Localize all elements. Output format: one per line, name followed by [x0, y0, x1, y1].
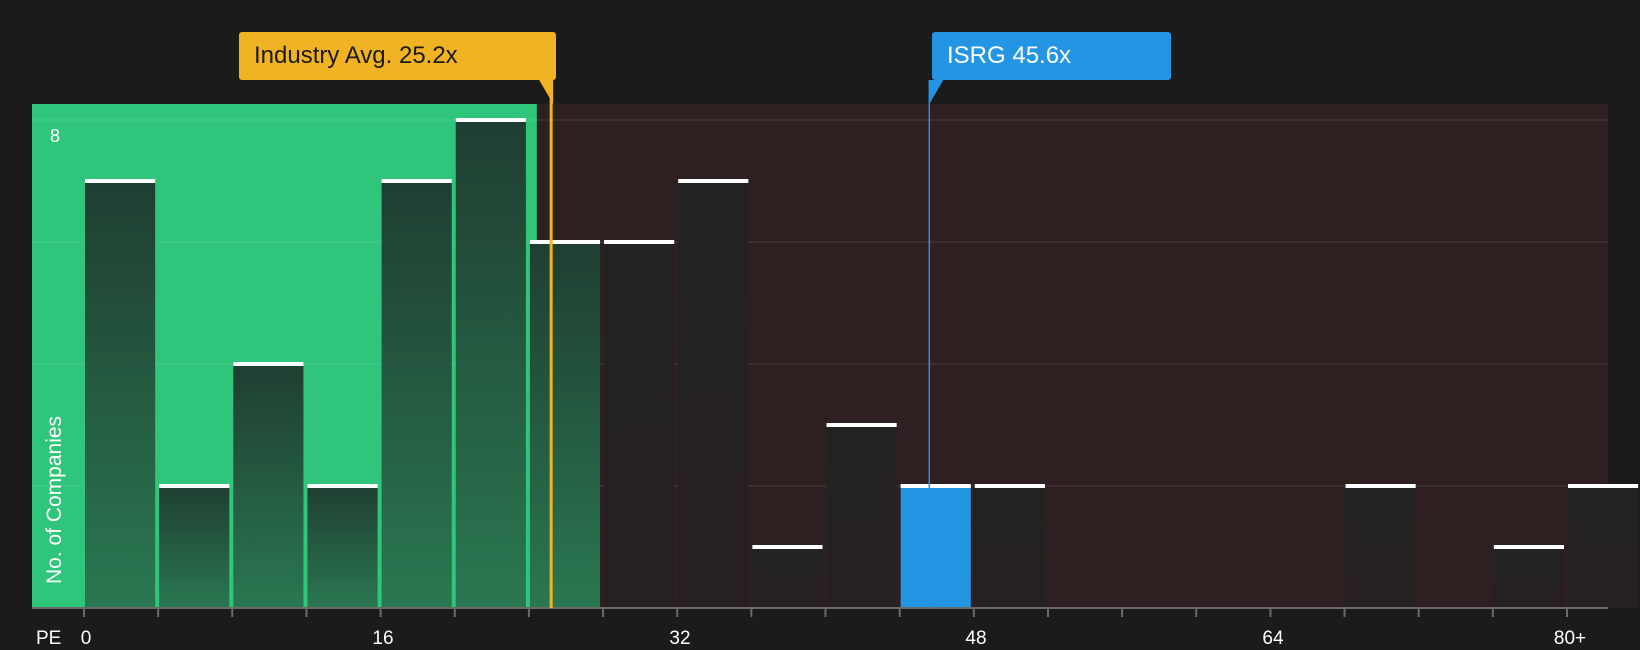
company-pe-pointer [929, 80, 944, 104]
bar-cap [159, 484, 230, 488]
x-tick-label: 64 [1262, 628, 1284, 649]
bar-cap [1568, 484, 1639, 488]
industry-average-callout: Industry Avg. 25.2x [239, 32, 556, 80]
histogram-bar [1568, 486, 1639, 608]
histogram-bar [529, 242, 601, 608]
bar-cap [455, 118, 526, 122]
bar-cap [604, 240, 675, 244]
company-pe-callout: ISRG 45.6x [932, 32, 1171, 80]
histogram-bar [381, 181, 452, 608]
x-tick-label: 48 [965, 628, 987, 649]
pe-distribution-chart [32, 80, 1639, 617]
histogram-bar [1345, 486, 1416, 608]
bar-cap [1493, 545, 1564, 549]
histogram-bar [604, 242, 675, 608]
histogram-bar [826, 425, 897, 608]
histogram-bar [233, 364, 304, 608]
bar-cap [752, 545, 823, 549]
bar-cap [529, 240, 601, 244]
industry-average-pointer [539, 80, 554, 104]
x-tick-label: 16 [372, 628, 394, 649]
histogram-bar [1493, 547, 1564, 608]
histogram-bar [752, 547, 823, 608]
bar-cap [233, 362, 304, 366]
histogram-bar [159, 486, 230, 608]
x-tick-label: 32 [669, 628, 691, 649]
y-axis-label: No. of Companies [43, 415, 66, 585]
bar-cap [974, 484, 1045, 488]
x-tick-label: 80+ [1553, 628, 1587, 649]
histogram-bar [85, 181, 156, 608]
highlighted-bar [900, 486, 971, 608]
histogram-bar [974, 486, 1045, 608]
x-tick-label: 0 [80, 628, 92, 649]
histogram-bar [678, 181, 749, 608]
bar-cap [85, 179, 156, 183]
y-tick-label: 8 [50, 126, 61, 146]
bar-cap [1345, 484, 1416, 488]
histogram-bar [307, 486, 378, 608]
bar-cap [381, 179, 452, 183]
histogram-bar [455, 120, 526, 608]
bar-cap [678, 179, 749, 183]
industry-average-label: Industry Avg. 25.2x [254, 42, 458, 69]
bar-cap [826, 423, 897, 427]
x-axis-label: PE [36, 628, 62, 649]
bar-cap [900, 484, 971, 488]
bar-cap [307, 484, 378, 488]
company-pe-label: ISRG 45.6x [947, 42, 1072, 69]
